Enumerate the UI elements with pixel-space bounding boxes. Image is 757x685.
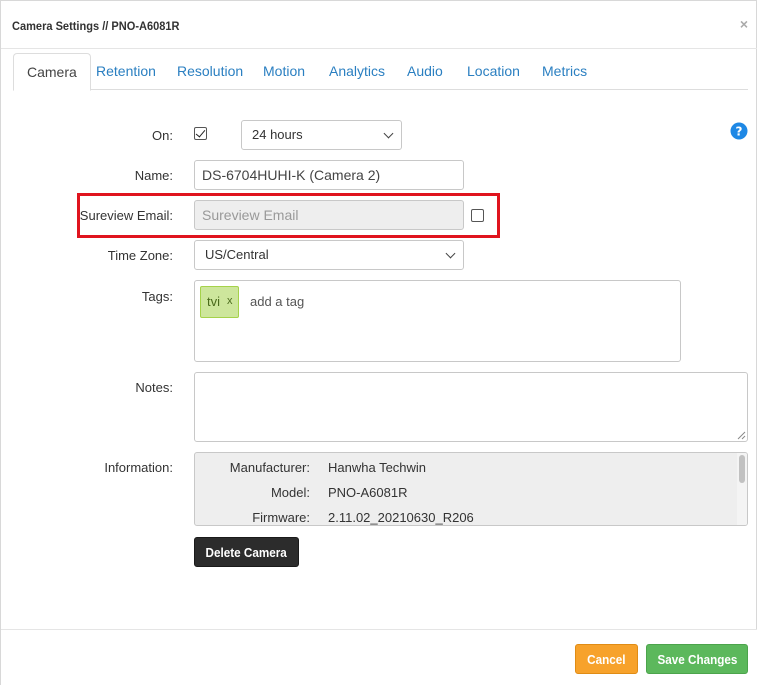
delete-camera-button[interactable]: Delete Camera bbox=[194, 537, 299, 567]
camera-settings-modal: Camera Settings // PNO-A6081R × Camera R… bbox=[0, 0, 757, 685]
time-zone-label: Time Zone: bbox=[107, 248, 173, 263]
info-key-firmware: Firmware: bbox=[252, 510, 310, 525]
information-box: Manufacturer: Hanwha Techwin Model: PNO-… bbox=[194, 452, 748, 526]
name-label: Name: bbox=[134, 168, 173, 183]
on-label: On: bbox=[152, 128, 173, 143]
tab-metrics[interactable]: Metrics bbox=[529, 53, 600, 90]
info-key-model: Model: bbox=[270, 485, 310, 500]
chevron-down-icon bbox=[383, 128, 394, 139]
info-value-firmware: 2.11.02_20210630_R206 bbox=[328, 510, 474, 525]
notes-textarea[interactable] bbox=[194, 372, 748, 442]
tab-analytics[interactable]: Analytics bbox=[316, 53, 398, 90]
save-changes-button[interactable]: Save Changes bbox=[646, 644, 748, 674]
tags-label: Tags: bbox=[141, 289, 173, 304]
tag-text: tvi bbox=[207, 294, 220, 309]
name-input[interactable]: DS-6704HUHI-K (Camera 2) bbox=[194, 160, 464, 190]
notes-label: Notes: bbox=[135, 380, 173, 395]
tab-location[interactable]: Location bbox=[454, 53, 533, 90]
tab-bar: Camera Retention Resolution Motion Analy… bbox=[13, 53, 748, 91]
info-value-manufacturer: Hanwha Techwin bbox=[328, 460, 427, 475]
cancel-button[interactable]: Cancel bbox=[575, 644, 638, 674]
resize-grip-icon[interactable] bbox=[736, 430, 746, 440]
schedule-select[interactable]: 24 hours bbox=[241, 120, 402, 150]
information-scrollbar[interactable] bbox=[737, 453, 747, 525]
tab-motion[interactable]: Motion bbox=[250, 53, 318, 90]
tag-chip: tvi x bbox=[200, 286, 239, 318]
information-label: Information: bbox=[104, 460, 173, 475]
tags-input[interactable]: tvi x add a tag bbox=[194, 280, 681, 362]
modal-title: Camera Settings // PNO-A6081R bbox=[12, 19, 180, 33]
question-circle-icon[interactable]: ? bbox=[730, 122, 748, 140]
cancel-label: Cancel bbox=[587, 652, 626, 667]
tag-remove-button[interactable]: x bbox=[227, 295, 233, 307]
modal-header: Camera Settings // PNO-A6081R × bbox=[1, 1, 757, 49]
close-icon[interactable]: × bbox=[740, 16, 748, 32]
info-key-manufacturer: Manufacturer: bbox=[229, 460, 310, 475]
delete-camera-label: Delete Camera bbox=[205, 545, 288, 560]
chevron-down-icon bbox=[445, 248, 456, 259]
tag-placeholder: add a tag bbox=[250, 294, 305, 309]
scrollbar-thumb[interactable] bbox=[739, 455, 745, 483]
highlight-box bbox=[77, 193, 500, 238]
time-zone-value: US/Central bbox=[205, 247, 269, 262]
modal-footer bbox=[1, 629, 757, 685]
tab-retention[interactable]: Retention bbox=[83, 53, 169, 90]
tab-audio[interactable]: Audio bbox=[394, 53, 456, 90]
svg-text:?: ? bbox=[736, 125, 743, 139]
time-zone-select[interactable]: US/Central bbox=[194, 240, 464, 270]
on-checkbox[interactable] bbox=[194, 127, 207, 140]
save-changes-label: Save Changes bbox=[657, 652, 737, 667]
tab-resolution[interactable]: Resolution bbox=[164, 53, 256, 90]
schedule-value: 24 hours bbox=[252, 127, 303, 142]
info-value-model: PNO-A6081R bbox=[328, 485, 408, 500]
tab-camera[interactable]: Camera bbox=[13, 53, 91, 91]
